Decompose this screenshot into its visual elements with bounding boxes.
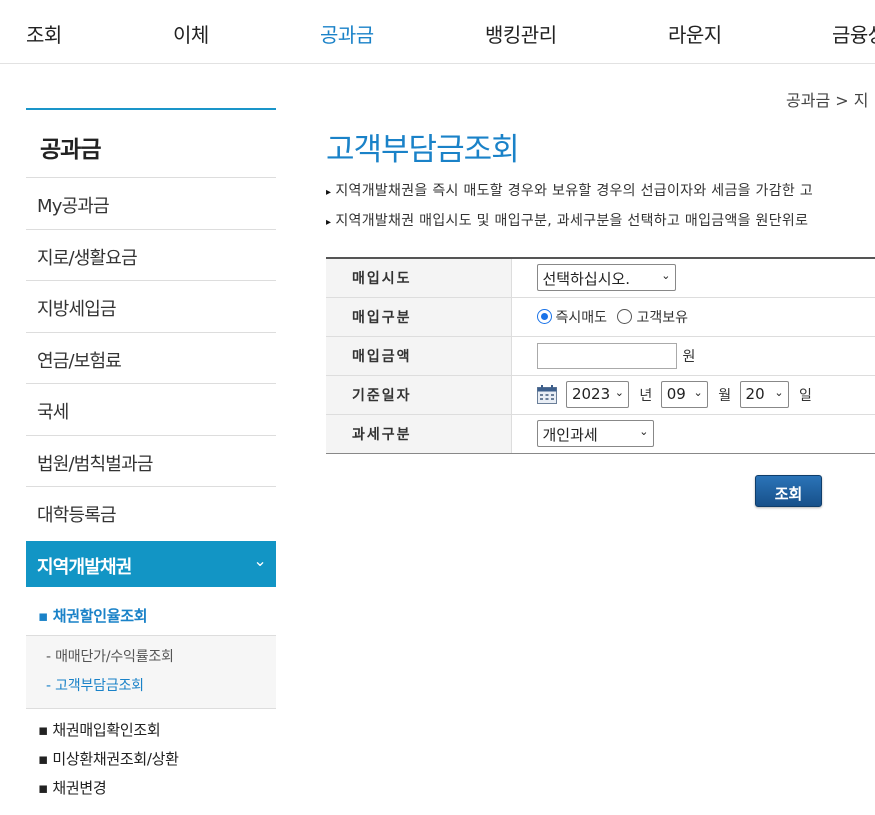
nav-item-inquiry[interactable]: 조회 (26, 19, 62, 48)
day-unit: 일 (799, 387, 812, 404)
tax-cell: 개인과세 ⌄ (511, 414, 875, 454)
chevron-down-icon: ⌄ (774, 386, 784, 399)
region-select[interactable]: 선택하십시오. ⌄ (536, 264, 676, 292)
sidebar-item-my-utilities[interactable]: My공과금 (26, 178, 276, 230)
search-button[interactable]: 조회 (755, 475, 822, 507)
sidebar-item-tuition[interactable]: 대학등록금 (26, 487, 276, 539)
calendar-icon[interactable] (536, 385, 557, 404)
amount-input[interactable] (536, 342, 677, 369)
chevron-down-icon: ⌄ (253, 550, 266, 570)
day-select-value: 20 (745, 385, 765, 403)
radio-immediate-sale-label: 즉시매도 (555, 309, 608, 326)
form-row-region: 매입시도 선택하십시오. ⌄ (326, 258, 875, 298)
submenu-bond-discount-rate[interactable]: ▪ 채권할인율조회 (26, 587, 276, 635)
submenu-leaf-trade-price[interactable]: - 매매단가/수익률조회 (46, 644, 276, 673)
sidebar-title: 공과금 (26, 108, 276, 178)
month-select-value: 09 (666, 385, 686, 403)
form-row-tax: 과세구분 개인과세 ⌄ (326, 414, 875, 454)
amount-label: 매입금액 (326, 336, 512, 376)
page-title: 고객부담금조회 (326, 132, 520, 168)
tax-select[interactable]: 개인과세 ⌄ (536, 420, 654, 447)
date-cell: 2023 ⌄ 년 09 ⌄ 월 20 ⌄ 일 (511, 375, 875, 415)
tax-select-value: 개인과세 (542, 426, 598, 444)
sidebar-item-pension[interactable]: 연금/보험료 (26, 333, 276, 384)
breadcrumb: 공과금 > 지 (786, 91, 869, 110)
description-line-2: ▸ 지역개발채권 매입시도 및 매입구분, 과세구분을 선택하고 매입금액을 원단… (326, 210, 808, 230)
type-cell: 즉시매도 고객보유 (511, 297, 875, 337)
chevron-down-icon: ⌄ (639, 425, 649, 438)
region-cell: 선택하십시오. ⌄ (511, 258, 875, 298)
form-row-amount: 매입금액 원 (326, 336, 875, 376)
radio-immediate-sale[interactable] (536, 309, 552, 324)
nav-item-transfer[interactable]: 이체 (173, 19, 209, 48)
chevron-down-icon: ⌄ (661, 269, 671, 283)
year-select[interactable]: 2023 ⌄ (565, 381, 629, 408)
sidebar: 공과금 My공과금 지로/생활요금 지방세입금 연금/보험료 국세 법원/범칙벌… (26, 108, 276, 815)
submenu-list: ▪ 채권매입확인조회 ▪ 미상환채권조회/상환 ▪ 채권변경 (26, 709, 276, 815)
chevron-down-icon: ⌄ (693, 386, 703, 399)
region-label: 매입시도 (326, 258, 512, 298)
sidebar-item-court-fines[interactable]: 법원/범칙벌과금 (26, 436, 276, 487)
description-line-1: ▸ 지역개발채권을 즉시 매도할 경우와 보유할 경우의 선급이자와 세금을 가감… (326, 180, 813, 200)
nav-item-financial-products[interactable]: 금융상 (832, 19, 875, 48)
month-unit: 월 (718, 387, 732, 404)
form-row-date: 기준일자 2023 ⌄ 년 09 ⌄ 월 20 ⌄ 일 (326, 375, 875, 415)
description-text: 지역개발채권 매입시도 및 매입구분, 과세구분을 선택하고 매입금액을 원단위… (335, 213, 809, 229)
sidebar-item-label: 지역개발채권 (37, 556, 132, 578)
amount-unit: 원 (682, 348, 696, 365)
submenu-unredeemed-bond[interactable]: ▪ 미상환채권조회/상환 (38, 748, 276, 777)
type-label: 매입구분 (326, 297, 512, 337)
year-select-value: 2023 (571, 385, 611, 403)
nav-item-utilities[interactable]: 공과금 (320, 19, 374, 48)
day-select[interactable]: 20 ⌄ (739, 381, 789, 408)
submenu-bond-purchase-check[interactable]: ▪ 채권매입확인조회 (38, 719, 276, 748)
submenu-bond-change[interactable]: ▪ 채권변경 (38, 777, 276, 806)
submenu-leaf-box: - 매매단가/수익률조회 - 고객부담금조회 (26, 634, 276, 709)
radio-customer-hold[interactable] (617, 309, 633, 324)
sidebar-item-local-tax[interactable]: 지방세입금 (26, 281, 276, 333)
sidebar-item-giro[interactable]: 지로/생활요금 (26, 230, 276, 281)
month-select[interactable]: 09 ⌄ (660, 381, 708, 408)
chevron-down-icon: ⌄ (614, 386, 624, 399)
amount-cell: 원 (511, 336, 875, 376)
description-text: 지역개발채권을 즉시 매도할 경우와 보유할 경우의 선급이자와 세금을 가감한… (335, 183, 814, 199)
sidebar-item-national-tax[interactable]: 국세 (26, 384, 276, 436)
nav-item-banking-management[interactable]: 뱅킹관리 (485, 19, 557, 48)
bullet-arrow-icon: ▸ (326, 187, 332, 198)
date-label: 기준일자 (326, 375, 512, 415)
nav-item-lounge[interactable]: 라운지 (668, 19, 722, 48)
form-row-type: 매입구분 즉시매도 고객보유 (326, 297, 875, 337)
tax-label: 과세구분 (326, 414, 512, 454)
radio-customer-hold-label: 고객보유 (636, 309, 689, 326)
year-unit: 년 (639, 387, 653, 404)
submenu-leaf-customer-charge[interactable]: - 고객부담금조회 (46, 673, 276, 702)
region-select-value: 선택하십시오. (542, 270, 631, 289)
inquiry-form-table: 매입시도 선택하십시오. ⌄ 매입구분 즉시매도 고객보유 매입금액 원 기준일자 (326, 257, 875, 454)
sidebar-item-regional-bond[interactable]: 지역개발채권 ⌄ (26, 540, 276, 587)
bullet-arrow-icon: ▸ (326, 217, 332, 228)
top-nav: 조회 이체 공과금 뱅킹관리 라운지 금융상 (0, 0, 875, 64)
